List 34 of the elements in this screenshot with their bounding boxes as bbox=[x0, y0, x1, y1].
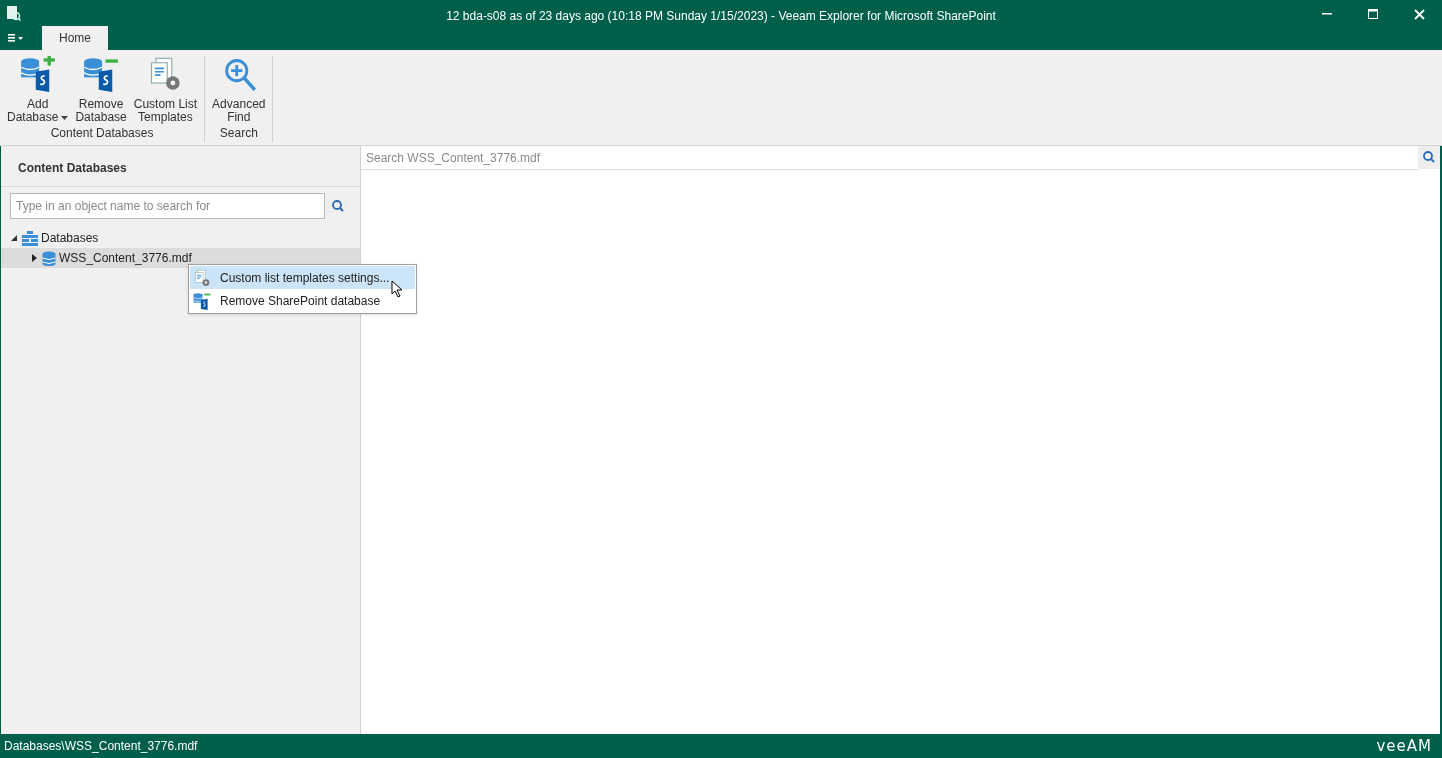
group-label: Content Databases bbox=[50, 125, 154, 142]
maximize-icon bbox=[1368, 9, 1378, 19]
mouse-pointer-icon bbox=[391, 280, 403, 298]
expand-triangle-icon[interactable] bbox=[29, 254, 39, 262]
minimize-icon bbox=[1322, 13, 1332, 15]
selected-row[interactable]: WSS_Content_3776.mdf bbox=[1, 248, 360, 268]
status-path: Databases\WSS_Content_3776.mdf bbox=[4, 738, 198, 755]
caret-icon bbox=[18, 36, 23, 40]
menu-item[interactable]: Remove SharePoint database bbox=[190, 289, 415, 312]
document-gear-icon bbox=[193, 268, 211, 287]
database-icon bbox=[42, 250, 56, 266]
menu-item[interactable]: Custom list templates settings... bbox=[190, 266, 415, 289]
ribbon-button[interactable]: Remove Database bbox=[72, 56, 130, 124]
add-database-icon bbox=[19, 56, 56, 92]
tree-item[interactable]: Databases bbox=[41, 229, 99, 247]
ribbon-button[interactable]: Custom List Templates bbox=[130, 56, 201, 124]
panel-title: Content Databases bbox=[1, 146, 360, 187]
remove-database-icon bbox=[193, 291, 211, 310]
database-stack-icon bbox=[22, 230, 38, 246]
ribbon-tab[interactable]: Home bbox=[42, 26, 108, 50]
collapse-triangle-icon[interactable] bbox=[9, 235, 19, 241]
ribbon-button[interactable]: Advanced Find bbox=[209, 56, 269, 124]
search-field[interactable]: Type in an object name to search for bbox=[10, 193, 325, 219]
search-icon[interactable] bbox=[1418, 146, 1440, 169]
close-icon bbox=[1413, 8, 1425, 20]
ribbon-button[interactable]: Add Database bbox=[4, 56, 72, 124]
menu-icon bbox=[8, 34, 15, 42]
tree-item[interactable]: WSS_Content_3776.mdf bbox=[59, 249, 192, 267]
group-label: Search bbox=[219, 125, 258, 142]
logo: veeAM bbox=[1376, 735, 1432, 757]
search-field[interactable]: Search WSS_Content_3776.mdf bbox=[361, 146, 1418, 170]
window-title: 12 bda-s08 as of 23 days ago (10:18 PM Sunday 1/15/2023) - Veeam Explorer for Microsoft SharePoint bbox=[445, 8, 997, 25]
remove-database-icon bbox=[83, 56, 120, 92]
app-icon bbox=[6, 5, 21, 21]
